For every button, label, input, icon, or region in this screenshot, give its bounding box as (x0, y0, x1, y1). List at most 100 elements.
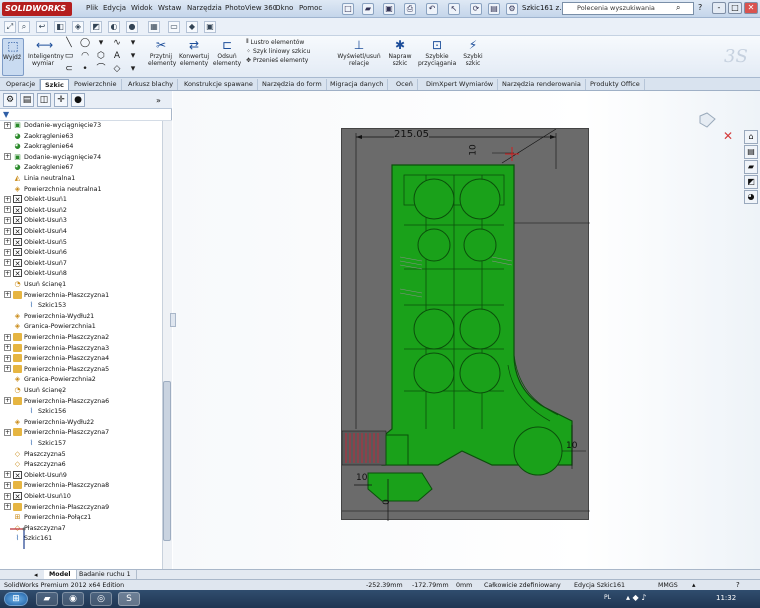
fillet-sketch-icon[interactable]: ⌒ (96, 64, 106, 74)
previous-view-icon[interactable]: ↩ (36, 21, 48, 33)
circle-icon[interactable]: ◯ (80, 38, 90, 48)
mirror-entities-button[interactable]: ⫴ Lustro elementów (246, 38, 336, 46)
linear-pattern-button[interactable]: ⁘ Szyk liniowy szkicu (246, 48, 336, 55)
tree-item[interactable]: +◕Zaokrąglenie67 (4, 163, 73, 174)
maximize-button[interactable]: □ (728, 2, 742, 14)
tab-office-products[interactable]: Produkty Office (586, 79, 645, 90)
firefox-icon[interactable]: ◉ (62, 592, 84, 606)
solidworks-logo[interactable]: SOLIDWORKS (2, 2, 72, 16)
tree-item[interactable]: +◇Płaszczyzna6 (4, 460, 66, 471)
tab-data-migration[interactable]: Migracja danych (326, 79, 389, 90)
expand-toggle-icon[interactable]: + (4, 206, 11, 214)
expand-toggle-icon[interactable]: + (4, 481, 11, 489)
tree-item[interactable]: + Powierzchnia-Płaszczyzna7 (4, 428, 109, 439)
menu-view[interactable]: Widok (131, 4, 153, 12)
tree-item[interactable]: + Powierzchnia-Płaszczyzna9 (4, 502, 109, 514)
tree-item[interactable]: + ✕ Obiekt-Usuń10 (4, 492, 71, 503)
dimxpert-manager-icon[interactable]: ✛ (54, 93, 68, 107)
property-manager-icon[interactable]: ▤ (20, 93, 34, 107)
configuration-manager-icon[interactable]: ◫ (37, 93, 51, 107)
explorer-icon[interactable]: ▰ (36, 592, 58, 606)
dropdown-icon[interactable]: ▾ (128, 51, 138, 61)
tree-item[interactable]: + ✕ Obiekt-Usuń5 (4, 237, 67, 249)
rectangle-icon[interactable]: ▭ (64, 51, 74, 61)
tree-item[interactable]: + ✕ Obiekt-Usuń8 (4, 269, 67, 280)
sketch-sheet[interactable]: 215.05 10 10 10 0 (341, 128, 590, 521)
tab-render-tools[interactable]: Narzędzia renderowania (498, 79, 586, 90)
expand-toggle-icon[interactable]: + (4, 365, 11, 373)
tab-mold-tools[interactable]: Narzędzia do form (258, 79, 327, 90)
expand-toggle-icon[interactable]: + (4, 227, 11, 235)
expand-toggle-icon[interactable]: + (4, 333, 11, 341)
language-indicator[interactable]: PL (604, 594, 611, 601)
new-document-icon[interactable]: □ (342, 3, 354, 15)
menu-tools[interactable]: Narzędzia (187, 4, 222, 12)
expand-toggle-icon[interactable]: + (4, 195, 11, 203)
point-icon[interactable]: • (80, 64, 90, 74)
tree-item[interactable]: + Powierzchnia-Płaszczyzna1 (4, 290, 109, 302)
tree-item[interactable]: +◕Zaokrąglenie64 (4, 142, 73, 153)
trim-entities-button[interactable]: ✂ Przytnij elementy (148, 38, 176, 67)
tab-sketch[interactable]: Szkic (40, 79, 69, 90)
spline-icon[interactable]: ∿ (112, 38, 122, 48)
tree-item[interactable]: +◭Linia neutralna1 (4, 174, 75, 185)
clock[interactable]: 11:32 (716, 594, 736, 602)
view-orientation-icon[interactable]: ◈ (72, 21, 84, 33)
panel-collapse-handle[interactable] (170, 313, 176, 327)
dimension-bottom-label[interactable]: 0 (382, 499, 392, 505)
search-icon[interactable]: ⌕ (676, 3, 680, 13)
undo-icon[interactable]: ↶ (426, 3, 438, 15)
smart-dimension-button[interactable]: ⟷ Inteligentny wymiar (28, 38, 64, 67)
rebuild-icon[interactable]: ⟳ (470, 3, 482, 15)
expand-toggle-icon[interactable]: + (4, 216, 11, 224)
tree-item[interactable]: +◈Granica-Powierzchnia2 (4, 375, 96, 386)
chrome-icon[interactable]: ◎ (90, 592, 112, 606)
dimension-right-label[interactable]: 10 (566, 441, 577, 451)
tree-item[interactable]: +⌇Szkic157 (18, 439, 66, 450)
open-folder-icon[interactable]: ▰ (362, 3, 374, 15)
cancel-sketch-icon[interactable]: ✕ (723, 129, 733, 143)
save-icon[interactable]: ▣ (383, 3, 395, 15)
repair-sketch-button[interactable]: ✱ Napraw szkic (386, 38, 414, 67)
offset-entities-button[interactable]: ⊏ Odsuń elementy (212, 38, 242, 67)
display-style-icon[interactable]: ◩ (90, 21, 102, 33)
tab-surfaces[interactable]: Powierzchnie (70, 79, 122, 90)
home-icon[interactable]: ⌂ (744, 130, 758, 144)
help-icon[interactable]: ? (698, 3, 702, 12)
move-entities-button[interactable]: ✥ Przenieś elementy (246, 57, 336, 64)
tree-item[interactable]: +◈Powierzchnia-Wydłuż2 (4, 418, 94, 429)
dimension-bottom-left-label[interactable]: 10 (356, 473, 367, 483)
menu-insert[interactable]: Wstaw (158, 4, 181, 12)
dropdown-icon[interactable]: ▾ (128, 38, 138, 48)
plane-sketch-icon[interactable]: ◇ (112, 64, 122, 74)
shadows-icon[interactable]: ◆ (186, 21, 198, 33)
rapid-sketch-button[interactable]: ⚡ Szybki szkic (460, 38, 486, 67)
dropdown-icon[interactable]: ▾ (128, 64, 138, 74)
filter-icon[interactable]: ▼ (3, 110, 9, 119)
menu-file[interactable]: Plik (86, 4, 98, 12)
tree-item[interactable]: + Powierzchnia-Płaszczyzna8 (4, 481, 109, 492)
expand-toggle-icon[interactable]: + (4, 397, 11, 405)
tab-scroll-left-icon[interactable]: ◂ (34, 571, 38, 579)
tree-item[interactable]: + Powierzchnia-Płaszczyzna5 (4, 364, 109, 376)
tree-item[interactable]: + Powierzchnia-Płaszczyzna3 (4, 343, 109, 355)
menu-edit[interactable]: Edycja (103, 4, 126, 12)
tree-item[interactable]: + ✕ Obiekt-Usuń2 (4, 205, 67, 217)
menu-photoview[interactable]: PhotoView 360 (225, 4, 277, 12)
view-settings-icon[interactable]: ▭ (168, 21, 180, 33)
tree-item[interactable]: +◈Powierzchnia-Wydłuż1 (4, 312, 94, 323)
expand-toggle-icon[interactable]: + (4, 428, 11, 436)
tree-item[interactable]: +◈Powierzchnia neutralna1 (4, 185, 102, 196)
text-icon[interactable]: A (112, 51, 122, 61)
tree-scrollbar-thumb[interactable] (163, 381, 171, 541)
tree-item[interactable]: + ▣ Dodanie-wyciągnięcie74 (4, 153, 101, 164)
tree-item[interactable]: + ✕ Obiekt-Usuń6 (4, 248, 67, 259)
design-library-icon[interactable]: ▤ (744, 145, 758, 159)
dropdown-icon[interactable]: ▾ (96, 38, 106, 48)
tab-features[interactable]: Operacje (2, 79, 41, 90)
expand-toggle-icon[interactable]: + (4, 492, 11, 500)
dimension-top-label[interactable]: 10 (469, 144, 479, 155)
appearance-icon[interactable]: ● (126, 21, 138, 33)
view-palette-icon[interactable]: ◩ (744, 175, 758, 189)
expand-toggle-icon[interactable]: + (4, 238, 11, 246)
